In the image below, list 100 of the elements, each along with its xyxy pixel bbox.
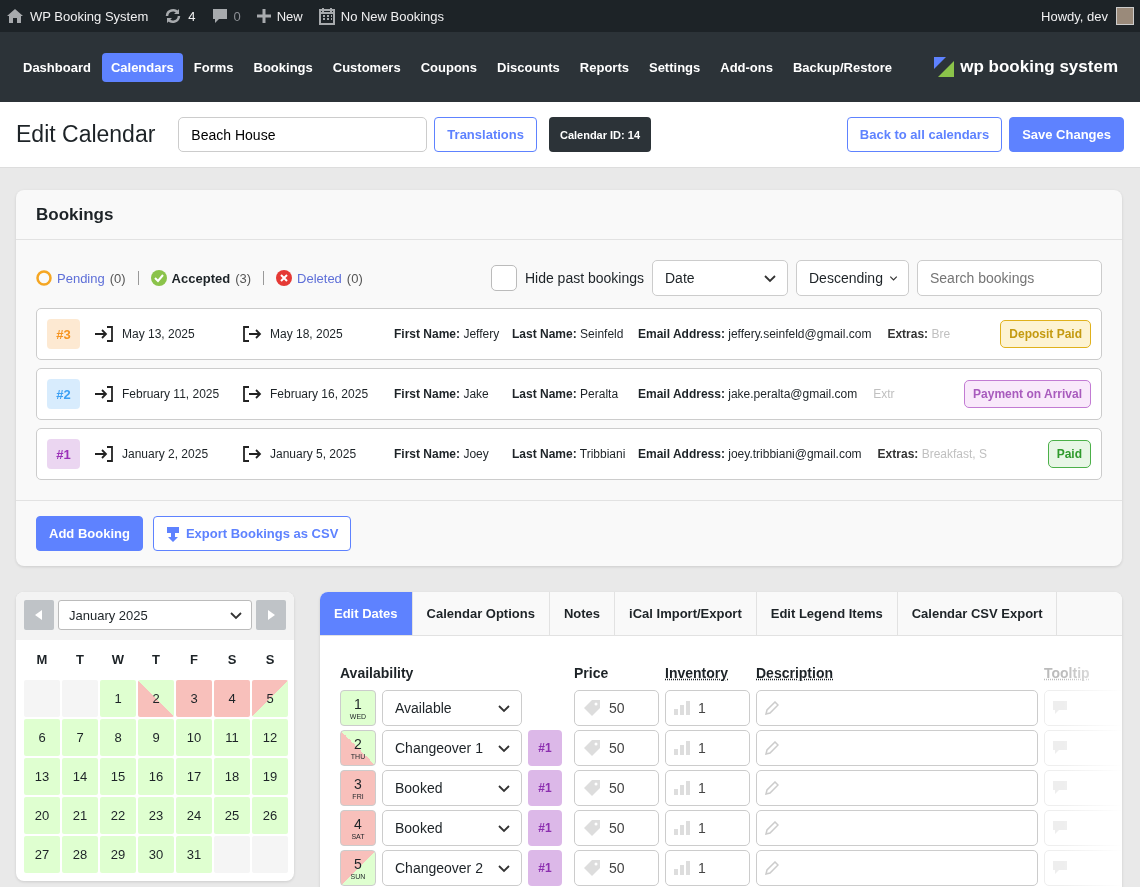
calendar-day[interactable]: 13	[24, 758, 60, 795]
calendar-day[interactable]: 5	[252, 680, 288, 717]
price-field[interactable]: 50	[574, 730, 659, 766]
panel-tab[interactable]: iCal Import/Export	[615, 592, 757, 635]
calendar-day[interactable]: 19	[252, 758, 288, 795]
greeting[interactable]: Howdy, dev	[1041, 8, 1108, 24]
nav-tab[interactable]: Settings	[639, 52, 710, 82]
nav-tab[interactable]: Coupons	[411, 52, 486, 82]
inventory-field[interactable]: 1	[665, 690, 750, 726]
calendar-day[interactable]: 28	[62, 836, 98, 873]
panel-tab[interactable]: Calendar CSV Export	[897, 592, 1058, 635]
booking-tag[interactable]: #1	[528, 850, 562, 886]
nav-tab[interactable]: Add-ons	[711, 52, 782, 82]
inventory-field[interactable]: 1	[665, 850, 750, 886]
calendar-day[interactable]: 6	[24, 719, 60, 756]
next-month-button[interactable]	[256, 600, 286, 630]
comments-count[interactable]: 0	[233, 8, 241, 24]
calendar-day[interactable]: 16	[138, 758, 174, 795]
nav-tab[interactable]: Bookings	[244, 52, 322, 82]
availability-select[interactable]: Changeover 2	[382, 850, 522, 886]
status-filter[interactable]: Accepted	[171, 270, 231, 286]
calendar-day[interactable]: 27	[24, 836, 60, 873]
inventory-field[interactable]: 1	[665, 810, 750, 846]
nav-tab[interactable]: Discounts	[488, 52, 569, 82]
calendar-day[interactable]: 24	[176, 797, 212, 834]
calendar-day[interactable]: 15	[100, 758, 136, 795]
nav-tab[interactable]: Dashboard	[14, 52, 100, 82]
calendar-day[interactable]: 7	[62, 719, 98, 756]
calendar-day[interactable]: 11	[214, 719, 250, 756]
nav-tab[interactable]: Forms	[184, 52, 243, 82]
panel-tab[interactable]: Calendar Options	[412, 592, 550, 635]
description-field[interactable]	[756, 770, 1038, 806]
avatar[interactable]	[1116, 7, 1134, 25]
description-field[interactable]	[756, 810, 1038, 846]
price-field[interactable]: 50	[574, 810, 659, 846]
updates-count[interactable]: 4	[188, 8, 196, 24]
booking-row[interactable]: #2 February 11, 2025 February 16, 2025 First Name: Jake Last Name: Peralta Email Address: jake.peralta@gmail.com Extr Payment on Arrival	[36, 368, 1102, 420]
bookings-notice[interactable]: No New Bookings	[340, 8, 445, 24]
calendar-day[interactable]: 21	[62, 797, 98, 834]
calendar-day[interactable]: 10	[176, 719, 212, 756]
availability-select[interactable]: Available	[382, 690, 522, 726]
calendar-day[interactable]: 17	[176, 758, 212, 795]
booking-tag[interactable]: #1	[528, 810, 562, 846]
price-field[interactable]: 50	[574, 690, 659, 726]
availability-select[interactable]: Booked	[382, 810, 522, 846]
nav-tab[interactable]: Customers	[323, 52, 410, 82]
home-icon[interactable]	[6, 8, 24, 24]
status-filter[interactable]: Pending	[57, 270, 105, 286]
calendar-day[interactable]: 20	[24, 797, 60, 834]
refresh-icon[interactable]	[164, 8, 183, 24]
description-field[interactable]	[756, 850, 1038, 886]
comment-icon[interactable]	[211, 8, 228, 24]
first-name: First Name: Jake	[394, 387, 490, 401]
booking-tag[interactable]: #1	[528, 730, 562, 766]
checkbox[interactable]	[490, 265, 517, 291]
translations-button[interactable]: Translations	[434, 117, 537, 152]
panel-tab[interactable]: Notes	[549, 592, 616, 635]
prev-month-button[interactable]	[24, 600, 54, 630]
search-field[interactable]: Search bookings	[917, 260, 1102, 296]
calendar-day[interactable]: 12	[252, 719, 288, 756]
nav-tab[interactable]: Reports	[570, 52, 638, 82]
price-field[interactable]: 50	[574, 770, 659, 806]
booking-tag[interactable]: #1	[528, 770, 562, 806]
description-field[interactable]	[756, 690, 1038, 726]
site-name[interactable]: WP Booking System	[30, 8, 149, 24]
availability-select[interactable]: Changeover 1	[382, 730, 522, 766]
new-link[interactable]: New	[276, 8, 303, 24]
calendar-day[interactable]: 9	[138, 719, 174, 756]
calendar-day[interactable]: 18	[214, 758, 250, 795]
panel-tab[interactable]: Edit Legend Items	[756, 592, 898, 635]
export-button[interactable]: Export Bookings as CSV	[152, 516, 352, 551]
calendar-day[interactable]: 22	[100, 797, 136, 834]
calendar-day[interactable]: 25	[214, 797, 250, 834]
nav-tab[interactable]: Backup/Restore	[784, 52, 901, 82]
calendar-day[interactable]: 1	[100, 680, 136, 717]
calendar-day[interactable]: 23	[138, 797, 174, 834]
calendar-day[interactable]: 8	[100, 719, 136, 756]
calendar-day[interactable]: 3	[176, 680, 212, 717]
calendar-day[interactable]: 2	[138, 680, 174, 717]
calendar-day[interactable]: 31	[176, 836, 212, 873]
month-select[interactable]: January 2025	[58, 600, 252, 630]
column-header: Tooltip	[1044, 664, 1091, 683]
calendar-day[interactable]: 14	[62, 758, 98, 795]
calendar-name-field[interactable]: Beach House	[178, 117, 428, 152]
inventory-field[interactable]: 1	[665, 770, 750, 806]
calendar-day[interactable]: 26	[252, 797, 288, 834]
calendar-icon[interactable]	[318, 7, 335, 25]
inventory-field[interactable]: 1	[665, 730, 750, 766]
calendar-day[interactable]: 29	[100, 836, 136, 873]
plus-icon[interactable]	[256, 9, 271, 23]
price-field[interactable]: 50	[574, 850, 659, 886]
status-filter[interactable]: Deleted	[297, 270, 342, 286]
booking-row[interactable]: #1 January 2, 2025 January 5, 2025 First Name: Joey Last Name: Tribbiani Email Address: joey.tribbiani@gmail.com Extras: Breakfast, S Paid	[36, 428, 1102, 480]
availability-select[interactable]: Booked	[382, 770, 522, 806]
order-select[interactable]: Descending	[796, 260, 909, 296]
booking-row[interactable]: #3 May 13, 2025 May 18, 2025 First Name: Jeffery Last Name: Seinfeld Email Address: jeffery.seinfeld@gmail.com Extras: Bre Deposit Paid	[36, 308, 1102, 360]
calendar-day[interactable]: 30	[138, 836, 174, 873]
sort-select[interactable]: Date	[652, 260, 788, 296]
description-field[interactable]	[756, 730, 1038, 766]
calendar-day[interactable]: 4	[214, 680, 250, 717]
